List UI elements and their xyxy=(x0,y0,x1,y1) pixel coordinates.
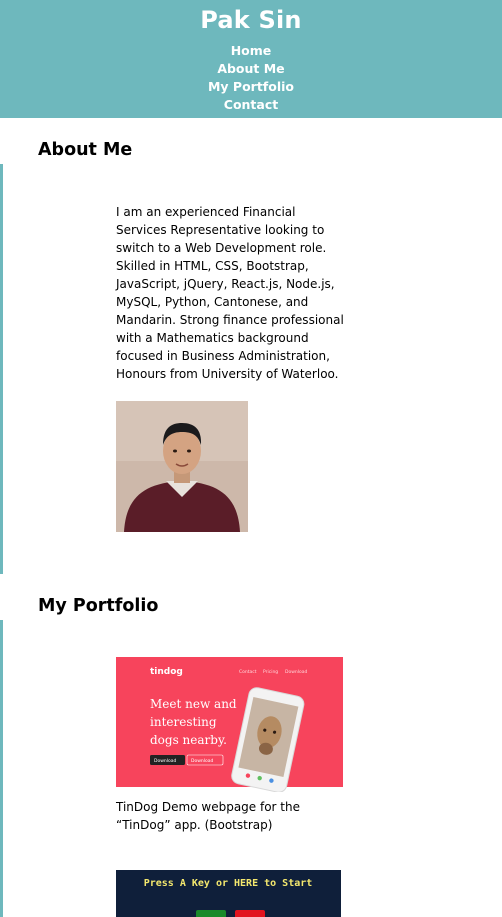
about-heading: About Me xyxy=(38,140,133,160)
tindog-caption: TinDog Demo webpage for the “TinDog” app… xyxy=(116,800,300,832)
site-header: Pak Sin Home About Me My Portfolio Conta… xyxy=(0,0,502,118)
game-thumbnail[interactable]: Press A Key or HERE to Start xyxy=(116,870,343,917)
tindog-headline-3: dogs nearby. xyxy=(150,733,227,747)
game-start-text: Press A Key or HERE to Start xyxy=(144,878,313,889)
tindog-headline-1: Meet new and xyxy=(150,697,237,711)
nav-link-my-portfolio[interactable]: My Portfolio xyxy=(0,78,502,96)
nav-link-home[interactable]: Home xyxy=(0,42,502,60)
tindog-brand: tindog xyxy=(150,667,183,677)
tindog-nav-download: Download xyxy=(285,669,308,675)
tindog-btn-download-outline: Download xyxy=(191,758,214,764)
tindog-btn-download-dark: Download xyxy=(154,758,177,764)
about-paragraph: I am an experienced Financial Services R… xyxy=(116,205,344,381)
tindog-headline-2: interesting xyxy=(150,715,217,729)
tindog-nav-pricing: Pricing xyxy=(263,669,278,675)
about-accent-bar xyxy=(0,164,3,574)
nav-link-about-me[interactable]: About Me xyxy=(0,60,502,78)
profile-photo xyxy=(116,401,248,532)
portfolio-heading: My Portfolio xyxy=(38,596,159,616)
site-title: Pak Sin xyxy=(200,6,302,34)
tindog-thumbnail[interactable]: tindog Contact Pricing Download Meet new… xyxy=(116,657,343,792)
portfolio-accent-bar xyxy=(0,620,3,917)
main-nav: Home About Me My Portfolio Contact xyxy=(0,42,502,114)
nav-link-contact[interactable]: Contact xyxy=(0,96,502,114)
tindog-nav-contact: Contact xyxy=(239,669,257,675)
